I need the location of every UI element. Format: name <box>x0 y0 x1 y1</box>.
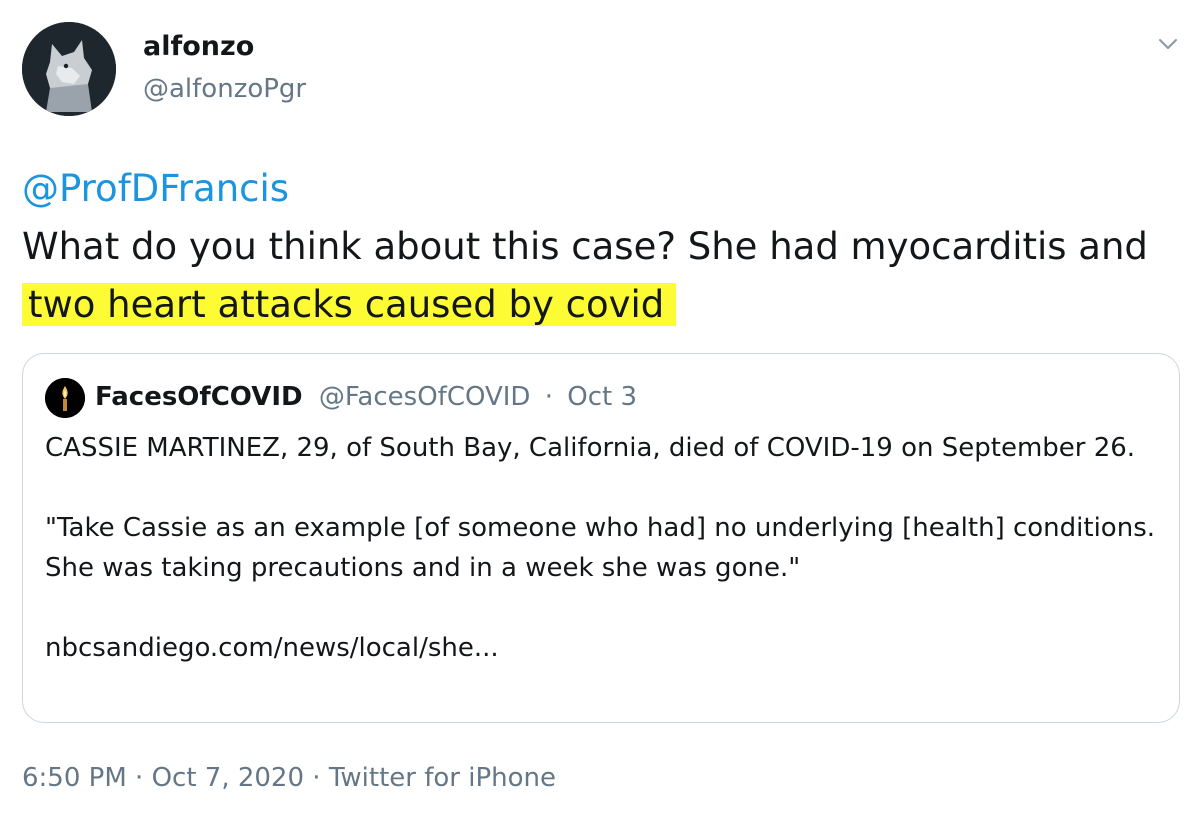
footer-separator-1: · <box>135 763 144 793</box>
tweet-menu-button[interactable] <box>1150 26 1186 62</box>
author-avatar[interactable] <box>22 22 116 116</box>
tweet-text: @ProfDFrancis What do you think about th… <box>22 160 1182 334</box>
highlighted-text: two heart attacks caused by covid <box>22 283 677 326</box>
quoted-paragraph-2: "Take Cassie as an example [of someone w… <box>45 513 1156 583</box>
quoted-date[interactable]: Oct 3 <box>567 382 637 412</box>
tweet-footer: 6:50 PM · Oct 7, 2020 · Twitter for iPho… <box>22 760 556 796</box>
quoted-tweet-text: CASSIE MARTINEZ, 29, of South Bay, Calif… <box>45 428 1155 668</box>
quoted-tweet[interactable]: FacesOfCOVID @FacesOfCOVID · Oct 3 CASSI… <box>22 353 1180 723</box>
wolf-avatar-icon <box>22 22 116 116</box>
quoted-handle[interactable]: @FacesOfCOVID <box>319 382 531 412</box>
tweet-body-text: What do you think about this case? She h… <box>22 225 1148 268</box>
quoted-paragraph-1: CASSIE MARTINEZ, 29, of South Bay, Calif… <box>45 433 1136 463</box>
quoted-tweet-header: FacesOfCOVID @FacesOfCOVID · Oct 3 <box>95 380 637 414</box>
quoted-separator: · <box>544 382 553 412</box>
candle-icon <box>45 378 85 418</box>
tweet-source[interactable]: Twitter for iPhone <box>329 763 556 793</box>
tweet-card: alfonzo @alfonzoPgr @ProfDFrancis What d… <box>0 0 1200 820</box>
footer-separator-2: · <box>312 763 321 793</box>
quoted-author-avatar[interactable] <box>45 378 85 418</box>
author-display-name[interactable]: alfonzo <box>143 30 254 64</box>
author-handle[interactable]: @alfonzoPgr <box>143 72 306 106</box>
quoted-display-name[interactable]: FacesOfCOVID <box>95 382 303 412</box>
chevron-down-icon <box>1159 39 1177 49</box>
tweet-date[interactable]: Oct 7, 2020 <box>152 763 304 793</box>
mention-link[interactable]: @ProfDFrancis <box>22 160 1182 218</box>
quoted-link[interactable]: nbcsandiego.com/news/local/she... <box>45 628 1155 668</box>
tweet-time[interactable]: 6:50 PM <box>22 763 127 793</box>
